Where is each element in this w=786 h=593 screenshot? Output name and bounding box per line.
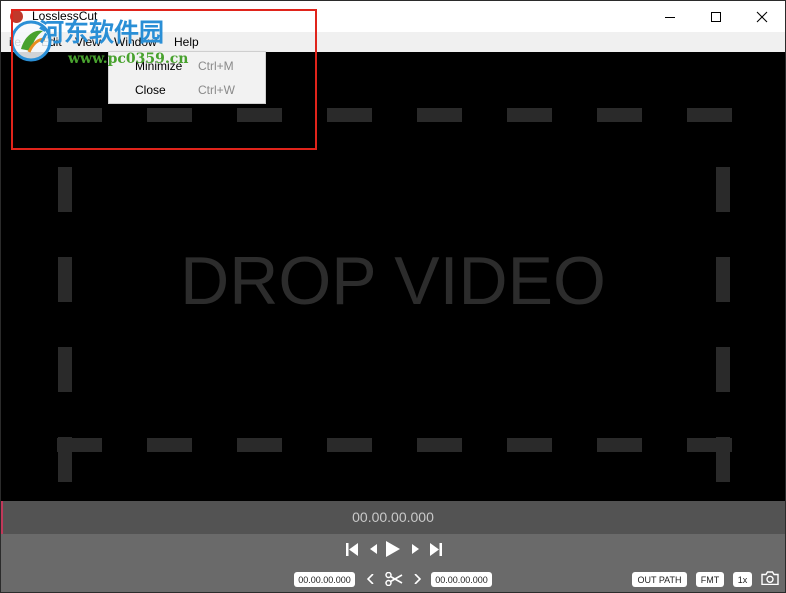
set-cut-end-button[interactable] <box>410 571 424 587</box>
drop-zone-dash <box>597 108 642 122</box>
drop-zone-dash <box>417 108 462 122</box>
drop-zone-dash <box>716 437 730 482</box>
drop-zone-dash <box>417 438 462 452</box>
drop-zone-dash <box>327 108 372 122</box>
cut-button[interactable] <box>384 570 404 588</box>
drop-zone-dash <box>687 108 732 122</box>
timeline[interactable]: 00.00.00.000 <box>1 501 785 534</box>
step-forward-icon <box>411 544 419 554</box>
drop-zone-dash <box>58 167 72 212</box>
play-icon <box>386 541 400 557</box>
camera-icon <box>761 571 779 585</box>
set-cut-start-button[interactable] <box>363 571 377 587</box>
step-forward-button[interactable] <box>408 541 422 557</box>
app-window: LosslessCut ile Edit View Window Help DR… <box>0 0 786 593</box>
close-icon <box>756 11 768 22</box>
screenshot-button[interactable] <box>760 569 780 587</box>
drop-zone-dash <box>507 438 552 452</box>
drop-zone-text: DROP VIDEO <box>180 243 606 319</box>
cut-start-time-field[interactable]: 00.00.00.000 <box>294 572 355 587</box>
format-button[interactable]: FMT <box>696 572 724 587</box>
drop-zone-dash <box>597 438 642 452</box>
step-back-icon <box>369 544 377 554</box>
minimize-icon <box>665 16 675 18</box>
drop-zone-dash <box>507 108 552 122</box>
minimize-button[interactable] <box>647 1 693 32</box>
drop-zone-dash <box>58 437 72 482</box>
set-cut-start-icon <box>366 574 374 584</box>
jump-to-end-icon <box>430 542 442 556</box>
current-time: 00.00.00.000 <box>352 509 434 525</box>
drop-zone-dash <box>58 347 72 392</box>
maximize-button[interactable] <box>693 1 739 32</box>
maximize-icon <box>711 11 721 22</box>
drop-zone-dash <box>716 347 730 392</box>
jump-to-end-button[interactable] <box>428 541 444 557</box>
jump-to-start-icon <box>346 542 358 556</box>
out-path-button[interactable]: OUT PATH <box>632 572 687 587</box>
step-back-button[interactable] <box>366 541 380 557</box>
close-button[interactable] <box>739 1 785 32</box>
scissors-icon <box>385 572 403 586</box>
drop-zone-dash <box>237 438 282 452</box>
control-bar: 00.00.00.000 00.00.00.000 OUT PATH FMT 1… <box>1 534 785 592</box>
play-button[interactable] <box>384 540 402 558</box>
speed-button[interactable]: 1x <box>733 572 752 587</box>
set-cut-end-icon <box>413 574 421 584</box>
jump-to-start-button[interactable] <box>344 541 360 557</box>
cut-end-time-field[interactable]: 00.00.00.000 <box>431 572 492 587</box>
drop-zone-dash <box>716 167 730 212</box>
drop-zone-dash <box>327 438 372 452</box>
drop-zone-dash <box>147 438 192 452</box>
highlight-box <box>11 9 317 150</box>
